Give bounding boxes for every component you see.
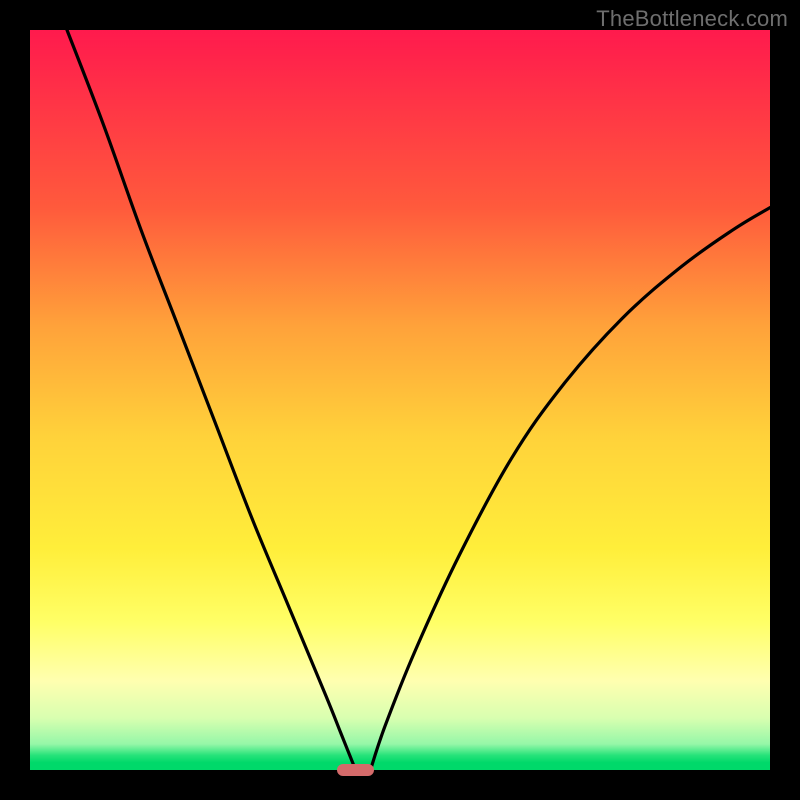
minimum-marker bbox=[337, 764, 374, 776]
plot-area bbox=[30, 30, 770, 770]
right-curve bbox=[370, 208, 770, 770]
left-curve bbox=[67, 30, 356, 770]
chart-frame: TheBottleneck.com bbox=[0, 0, 800, 800]
watermark-text: TheBottleneck.com bbox=[596, 6, 788, 32]
curve-layer bbox=[30, 30, 770, 770]
